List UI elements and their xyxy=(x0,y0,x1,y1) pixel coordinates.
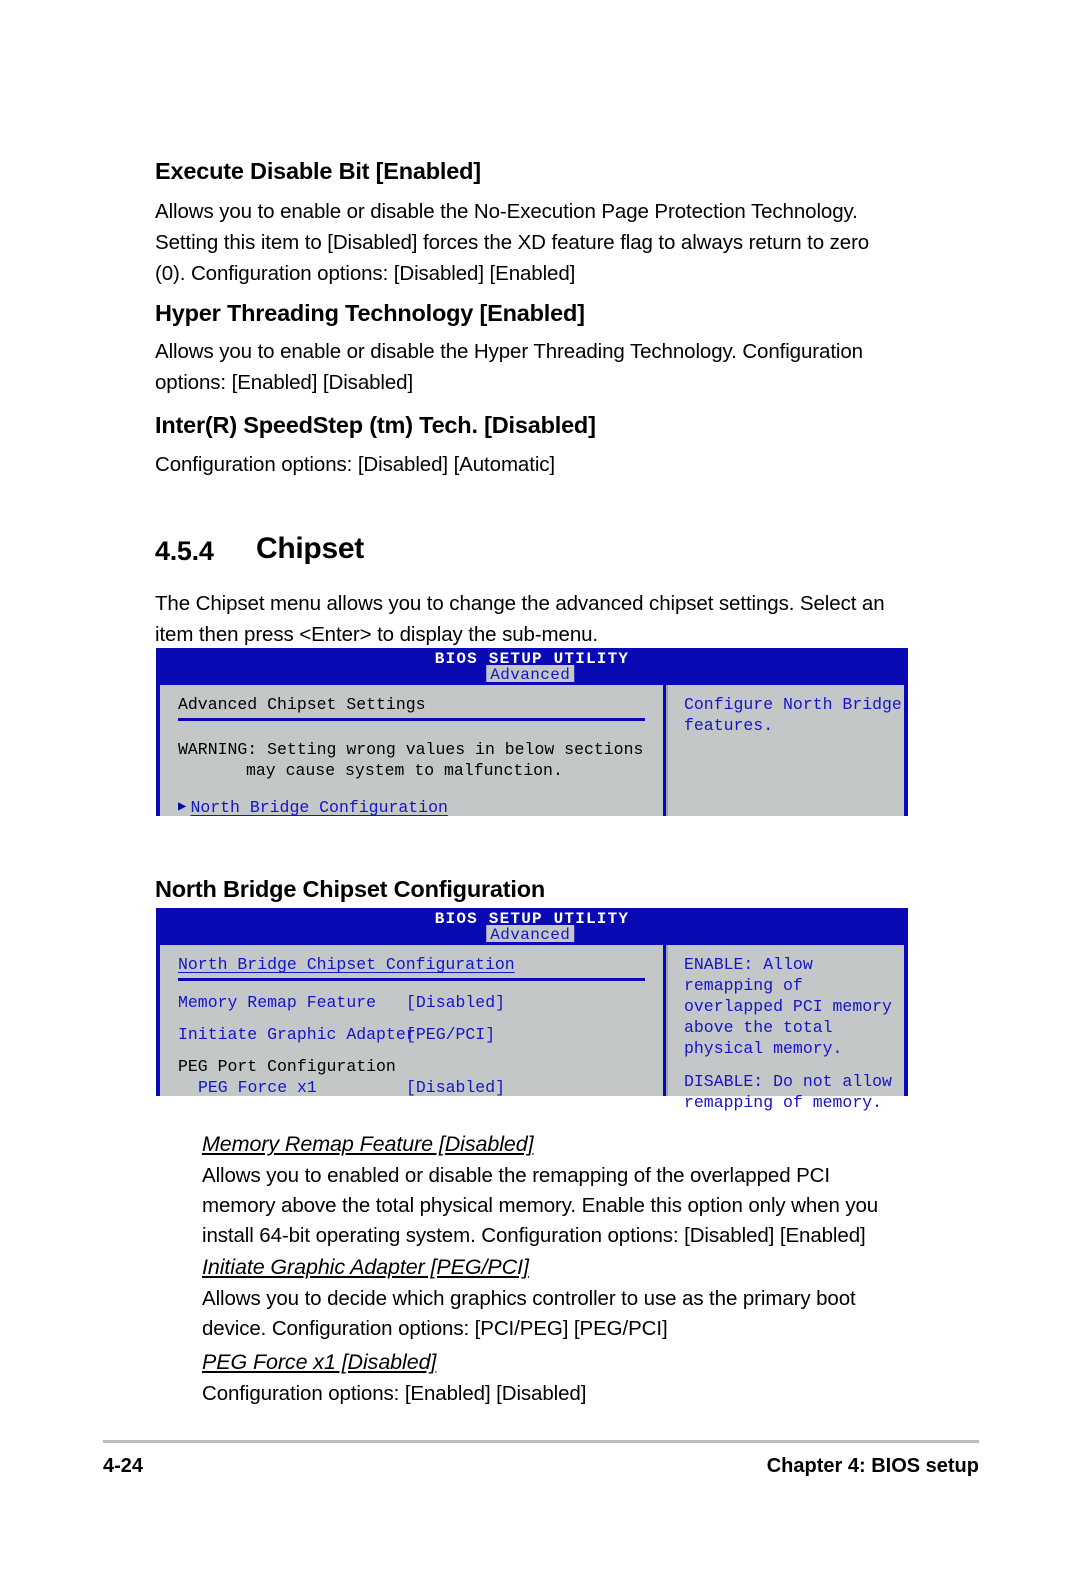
bios2-help-line-4: above the total xyxy=(684,1018,833,1037)
bios-screen-advanced-chipset: BIOS SETUP UTILITY Advanced Advanced Chi… xyxy=(156,648,908,818)
bios2-row-value: [Disabled] xyxy=(406,993,506,1012)
bios1-section-header: Advanced Chipset Settings xyxy=(178,695,426,714)
bios1-menu-item-north-bridge[interactable]: ▶ North Bridge Configuration xyxy=(178,797,663,818)
heading-speedstep: Inter(R) SpeedStep (tm) Tech. [Disabled] xyxy=(155,412,596,438)
bios1-help-line-2: features. xyxy=(684,716,774,735)
heading-north-bridge-chipset-configuration: North Bridge Chipset Configuration xyxy=(155,876,546,902)
bios2-title-bar: BIOS SETUP UTILITY Advanced xyxy=(156,908,908,945)
bios2-row-memory-remap[interactable]: Memory Remap Feature [Disabled] xyxy=(178,992,663,1013)
bios2-help-line-7: remapping of memory. xyxy=(684,1093,883,1112)
bios2-row-label: Initiate Graphic Adapter xyxy=(178,1025,416,1044)
footer-divider xyxy=(103,1440,979,1443)
heading-execute-disable-bit: Execute Disable Bit [Enabled] xyxy=(155,158,481,184)
bios1-menu-item-label: North Bridge Configuration xyxy=(190,798,448,817)
bios2-group-label-peg-port: PEG Port Configuration xyxy=(178,1057,396,1076)
triangle-right-icon: ▶ xyxy=(178,799,187,815)
bios1-warning-line-2: may cause system to malfunction. xyxy=(246,761,563,780)
body-peg-force-x1: Configuration options: [Enabled] [Disabl… xyxy=(202,1382,587,1405)
bios2-row-label: PEG Force x1 xyxy=(198,1078,317,1097)
bios2-row-value: [PEG/PCI] xyxy=(406,1025,496,1044)
body-memory-remap-feature: Allows you to enabled or disable the rem… xyxy=(202,1164,879,1247)
bios2-help-line-3: overlapped PCI memory xyxy=(684,997,892,1016)
bios2-row-value: [Disabled] xyxy=(406,1078,506,1097)
bios1-help-line-1: Configure North Bridge xyxy=(684,695,902,714)
bios1-warning-line-1: WARNING: Setting wrong values in below s… xyxy=(178,740,644,759)
body-chipset: The Chipset menu allows you to change th… xyxy=(155,592,885,646)
footer-page-number: 4-24 xyxy=(103,1455,144,1477)
bios2-body: North Bridge Chipset Configuration Memor… xyxy=(156,942,908,1112)
bios2-help-line-1: ENABLE: Allow xyxy=(684,955,813,974)
section-number-chipset: 4.5.4 xyxy=(155,536,214,566)
manual-page: Execute Disable Bit [Enabled] Allows you… xyxy=(0,0,1080,1590)
heading-peg-force-x1: PEG Force x1 [Disabled] xyxy=(202,1350,437,1374)
bios2-help-line-2: remapping of xyxy=(684,976,803,995)
heading-memory-remap-feature: Memory Remap Feature [Disabled] xyxy=(202,1132,534,1156)
body-execute-disable-bit: Allows you to enable or disable the No-E… xyxy=(155,200,870,285)
bios1-settings-pane: Advanced Chipset Settings WARNING: Setti… xyxy=(156,685,666,818)
bios2-settings-pane: North Bridge Chipset Configuration Memor… xyxy=(156,945,666,1098)
body-speedstep: Configuration options: [Disabled] [Autom… xyxy=(155,453,556,476)
heading-hyper-threading: Hyper Threading Technology [Enabled] xyxy=(155,300,585,326)
bios2-help-pane: ENABLE: Allow remapping of overlapped PC… xyxy=(666,945,908,1112)
body-initiate-graphic-adapter: Allows you to decide which graphics cont… xyxy=(202,1287,856,1340)
section-title-chipset: Chipset xyxy=(256,532,364,565)
body-hyper-threading: Allows you to enable or disable the Hype… xyxy=(155,340,863,394)
footer-chapter-label: Chapter 4: BIOS setup xyxy=(766,1455,979,1477)
bios2-row-peg-force-x1[interactable]: PEG Force x1 [Disabled] xyxy=(178,1077,663,1098)
bios2-section-header: North Bridge Chipset Configuration xyxy=(178,955,515,974)
bios2-row-initiate-graphic-adapter[interactable]: Initiate Graphic Adapter [PEG/PCI] xyxy=(178,1024,663,1045)
bios1-help-pane: Configure North Bridge features. xyxy=(666,685,908,816)
bios2-help-line-6: DISABLE: Do not allow xyxy=(684,1072,892,1091)
bios1-title-bar: BIOS SETUP UTILITY Advanced xyxy=(156,648,908,685)
bios2-help-line-5: physical memory. xyxy=(684,1039,843,1058)
bios-screen-north-bridge: BIOS SETUP UTILITY Advanced North Bridge… xyxy=(156,908,908,1112)
bios2-row-label: Memory Remap Feature xyxy=(178,993,377,1012)
bios1-body: Advanced Chipset Settings WARNING: Setti… xyxy=(156,682,908,818)
heading-initiate-graphic-adapter: Initiate Graphic Adapter [PEG/PCI] xyxy=(202,1255,529,1279)
